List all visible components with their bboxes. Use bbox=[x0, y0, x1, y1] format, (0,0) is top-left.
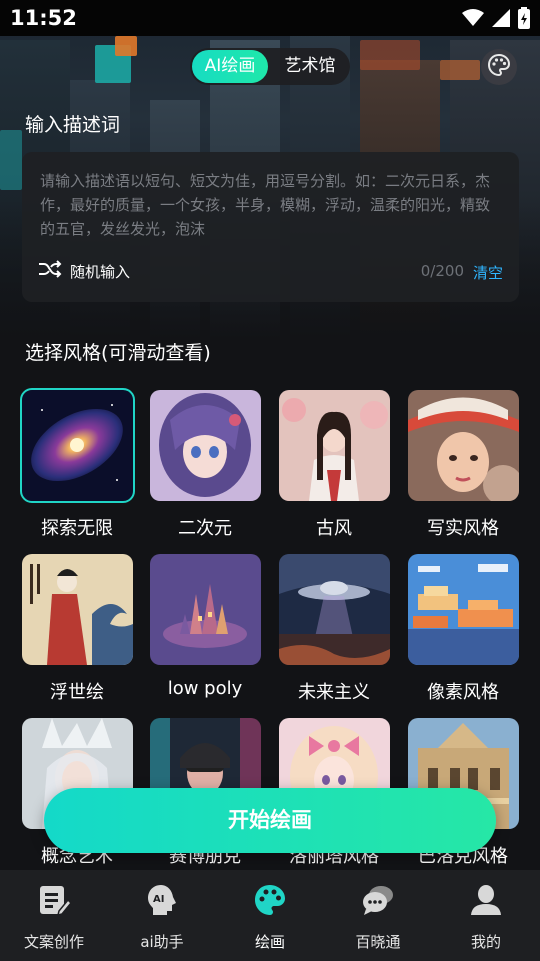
signal-icon bbox=[492, 9, 510, 31]
svg-text:AI: AI bbox=[153, 894, 164, 905]
mode-tab-switch: AI绘画 艺术馆 bbox=[190, 48, 350, 85]
style-section-title: 选择风格(可滑动查看) bbox=[25, 342, 211, 364]
status-bar: 11:52 bbox=[0, 0, 540, 36]
start-painting-button[interactable]: 开始绘画 bbox=[44, 788, 496, 853]
wifi-icon bbox=[462, 9, 484, 31]
style-tile-realistic[interactable] bbox=[408, 390, 519, 501]
theme-palette-button[interactable] bbox=[481, 49, 517, 85]
ancient-style-girl-image bbox=[279, 390, 390, 501]
style-tile-ukiyoe[interactable] bbox=[22, 554, 133, 665]
tab-ai-painting[interactable]: AI绘画 bbox=[192, 50, 268, 83]
nav-label: 我的 bbox=[470, 933, 501, 951]
ufo-city-image bbox=[279, 554, 390, 665]
style-label: low poly bbox=[167, 678, 243, 699]
nav-label: ai助手 bbox=[140, 933, 184, 951]
pixel-clouds-image bbox=[408, 554, 519, 665]
nav-label: 百晓通 bbox=[355, 933, 401, 951]
nav-item-mine[interactable]: 我的 bbox=[432, 870, 540, 961]
ukiyoe-image bbox=[22, 554, 133, 665]
random-input-label: 随机输入 bbox=[70, 262, 131, 281]
style-label: 二次元 bbox=[178, 518, 232, 539]
user-icon bbox=[468, 882, 504, 918]
style-tile-futurism[interactable] bbox=[279, 554, 390, 665]
style-tile-anime[interactable] bbox=[150, 390, 261, 501]
nav-label: 绘画 bbox=[254, 933, 285, 951]
style-tile-pixel[interactable] bbox=[408, 554, 519, 665]
palette-icon bbox=[487, 53, 511, 81]
bottom-nav: 文案创作 AI ai助手 绘画 百晓通 我的 bbox=[0, 870, 540, 961]
prompt-textarea[interactable]: 请输入描述语以短句、短文为佳，用逗号分割。如：二次元日系，杰作，最好的质量，一个… bbox=[40, 169, 500, 241]
chat-bubbles-icon bbox=[360, 882, 396, 918]
style-tile-galaxy[interactable] bbox=[20, 388, 135, 503]
style-label: 写实风格 bbox=[427, 518, 499, 539]
edit-document-icon bbox=[36, 882, 72, 918]
nav-item-painting[interactable]: 绘画 bbox=[216, 870, 324, 961]
status-time: 11:52 bbox=[10, 6, 77, 30]
style-label: 浮世绘 bbox=[50, 682, 104, 703]
galaxy-image bbox=[22, 390, 133, 501]
nav-item-ai-assistant[interactable]: AI ai助手 bbox=[108, 870, 216, 961]
low-poly-castle-image bbox=[150, 554, 261, 665]
style-label: 探索无限 bbox=[41, 518, 113, 539]
nav-label: 文案创作 bbox=[23, 933, 84, 951]
shuffle-icon bbox=[38, 260, 62, 282]
nav-item-baixiaotong[interactable]: 百晓通 bbox=[324, 870, 432, 961]
ai-head-icon: AI bbox=[144, 882, 180, 918]
anime-girl-image bbox=[150, 390, 261, 501]
prompt-section-title: 输入描述词 bbox=[25, 114, 121, 136]
nav-item-copywriting[interactable]: 文案创作 bbox=[0, 870, 108, 961]
style-tile-lowpoly[interactable] bbox=[150, 554, 261, 665]
realistic-portrait-image bbox=[408, 390, 519, 501]
tab-art-gallery[interactable]: 艺术馆 bbox=[272, 50, 348, 83]
clear-button[interactable]: 清空 bbox=[473, 262, 503, 283]
random-input-button[interactable]: 随机输入 bbox=[38, 260, 130, 282]
char-counter: 0/200 bbox=[420, 262, 464, 280]
style-label: 未来主义 bbox=[298, 682, 370, 703]
prompt-input-card: 请输入描述语以短句、短文为佳，用逗号分割。如：二次元日系，杰作，最好的质量，一个… bbox=[22, 152, 519, 302]
palette-icon bbox=[252, 882, 288, 918]
style-label: 像素风格 bbox=[427, 682, 499, 703]
style-label: 古风 bbox=[316, 518, 352, 539]
battery-icon bbox=[518, 7, 530, 33]
style-tile-ancient[interactable] bbox=[279, 390, 390, 501]
